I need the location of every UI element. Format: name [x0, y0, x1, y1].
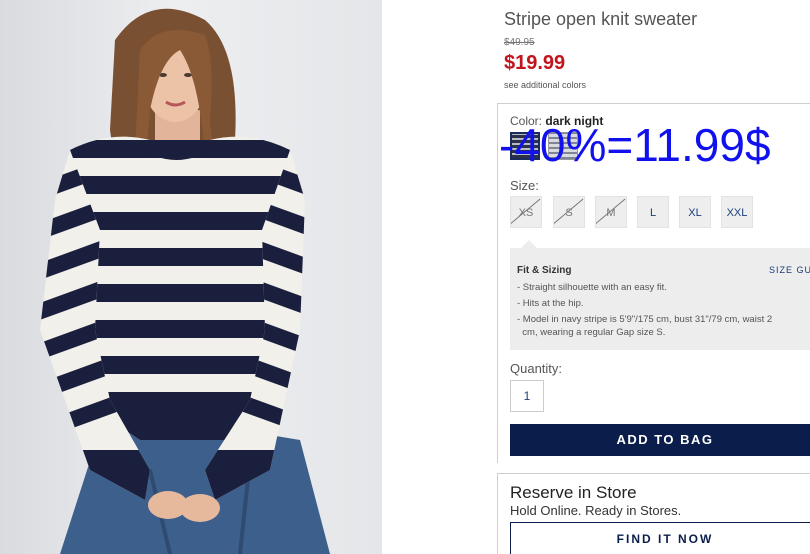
quantity-input[interactable]: 1	[510, 380, 544, 412]
product-image	[0, 0, 382, 554]
size-option-xl[interactable]: XL	[679, 196, 711, 228]
fit-item: - Straight silhouette with an easy fit.	[517, 282, 667, 293]
product-title: Stripe open knit sweater	[504, 9, 698, 29]
size-option-s[interactable]: S	[553, 196, 585, 228]
see-additional-colors-link[interactable]: see additional colors	[504, 80, 586, 90]
add-to-bag-button[interactable]: ADD TO BAG	[510, 424, 810, 456]
size-option-m[interactable]: M	[595, 196, 627, 228]
size-option-xxl[interactable]: XXL	[721, 196, 753, 228]
quantity-label: Quantity:	[510, 361, 563, 376]
fit-item: cm, wearing a regular Gap size S.	[517, 327, 666, 338]
handwritten-price-annotation: -40%=11.99$	[499, 119, 771, 171]
size-option-l[interactable]: L	[637, 196, 669, 228]
size-option-xs[interactable]: XS	[510, 196, 542, 228]
fit-sizing-title: Fit & Sizing	[517, 265, 572, 276]
sale-price: $19.99	[504, 52, 566, 74]
model-illustration	[40, 8, 330, 554]
size-guide-link[interactable]: SIZE GU	[769, 265, 810, 275]
find-it-now-button[interactable]: FIND IT NOW	[510, 522, 810, 554]
fit-item: - Model in navy stripe is 5'9"/175 cm, b…	[517, 314, 773, 325]
fit-item: - Hits at the hip.	[517, 298, 584, 309]
reserve-in-store-subtitle: Hold Online. Ready in Stores.	[510, 503, 682, 518]
size-label: Size:	[510, 178, 539, 193]
original-price: $49.95	[504, 37, 535, 48]
reserve-in-store-title: Reserve in Store	[510, 483, 637, 502]
